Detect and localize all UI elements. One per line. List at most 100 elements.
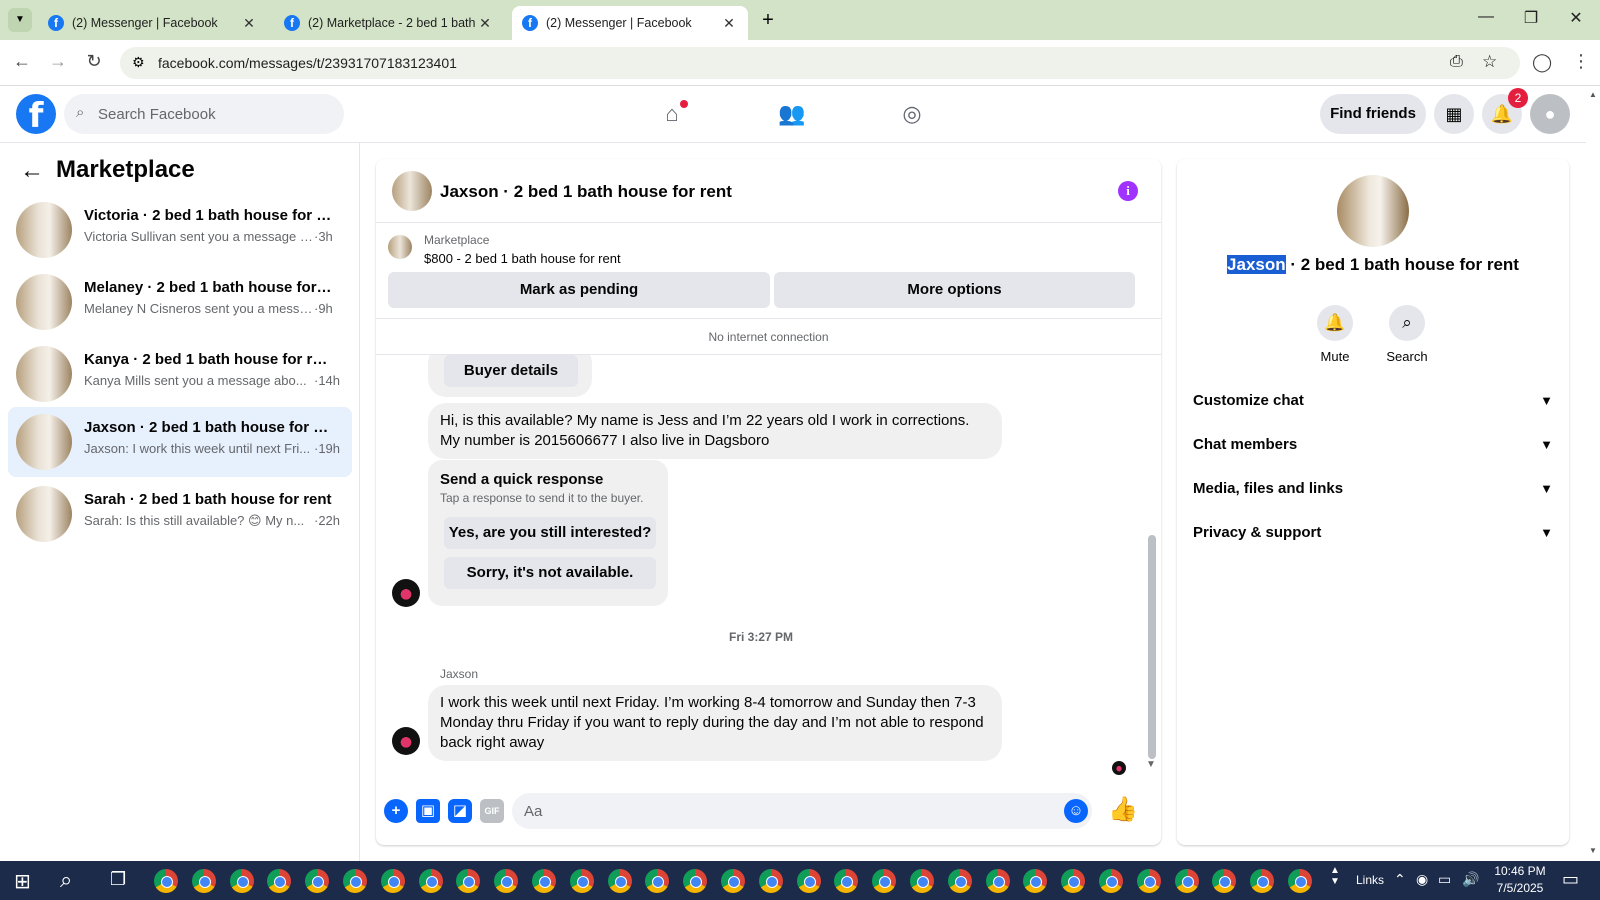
thumbs-up-like-icon[interactable]: 👍 — [1108, 795, 1138, 824]
tab-search-dropdown[interactable]: ▼ — [8, 8, 32, 32]
facebook-logo-icon[interactable]: f — [16, 94, 56, 136]
taskbar-chrome-icon[interactable] — [418, 869, 443, 893]
plus-actions-icon[interactable]: + — [384, 799, 408, 823]
listing-thumbnail[interactable] — [388, 235, 412, 259]
taskbar-chrome-icon[interactable] — [532, 869, 556, 893]
taskbar-scroll-icon[interactable]: ▲ ▼ — [1330, 865, 1340, 887]
taskbar-chrome-icon[interactable] — [229, 869, 254, 893]
tab-messenger-1[interactable]: f (2) Messenger | Facebook ✕ — [38, 6, 268, 40]
scroll-down-arrow-icon[interactable]: ▼ — [1589, 846, 1597, 855]
page-scrollbar[interactable]: ▲ ▼ — [1586, 88, 1600, 861]
taskbar-chrome-icon[interactable] — [1250, 869, 1275, 893]
taskbar-search-icon[interactable]: ⌕ — [60, 867, 72, 893]
taskbar-chrome-icon[interactable] — [456, 869, 481, 893]
notification-center-icon[interactable]: ▭ — [1562, 869, 1579, 890]
forward-icon[interactable]: → — [46, 51, 70, 75]
notifications-bell-icon[interactable]: 🔔 2 — [1482, 88, 1528, 134]
menu-grid-icon[interactable]: ▦ — [1434, 94, 1474, 134]
close-tab-icon[interactable]: ✕ — [240, 15, 258, 32]
taskbar-chrome-icon[interactable] — [607, 869, 632, 893]
info-icon[interactable]: i — [1118, 181, 1138, 201]
taskbar-chrome-icon[interactable] — [1212, 869, 1237, 893]
taskbar-chrome-icon[interactable] — [267, 869, 292, 893]
taskbar-chrome-icon[interactable] — [343, 869, 367, 893]
volume-icon[interactable]: 🔊 — [1462, 871, 1479, 888]
new-tab-icon[interactable]: + — [756, 8, 780, 32]
sender-avatar[interactable] — [392, 727, 420, 755]
tab-marketplace[interactable]: f (2) Marketplace - 2 bed 1 bath ho ✕ — [274, 6, 504, 40]
taskbar-chrome-icon[interactable] — [1174, 869, 1199, 893]
restore-icon[interactable]: ❐ — [1511, 8, 1551, 32]
conversation-item-selected[interactable]: Jaxson · 2 bed 1 bath house for rent Jax… — [8, 407, 352, 477]
taskbar-chrome-icon[interactable] — [380, 869, 405, 893]
task-view-icon[interactable]: ❐ — [110, 869, 126, 890]
search-input[interactable] — [98, 94, 328, 134]
profile-icon[interactable]: ◯ — [1532, 52, 1552, 73]
omnibox[interactable]: ⚙ facebook.com/messages/t/23931707183123… — [120, 47, 1520, 79]
account-avatar[interactable]: ● — [1530, 94, 1570, 134]
taskbar-chrome-icon[interactable] — [985, 869, 1010, 893]
clock-date[interactable]: 7/5/2025 — [1488, 881, 1552, 895]
taskbar-chrome-icon[interactable] — [872, 869, 897, 893]
close-tab-icon[interactable]: ✕ — [720, 15, 738, 32]
close-tab-icon[interactable]: ✕ — [476, 15, 494, 32]
taskbar-chrome-icon[interactable] — [1099, 869, 1123, 893]
taskbar-chrome-icon[interactable] — [305, 869, 330, 893]
bookmark-star-icon[interactable]: ☆ — [1482, 52, 1497, 72]
taskbar-chrome-icon[interactable] — [645, 869, 670, 893]
home-icon[interactable]: ⌂ — [652, 94, 692, 134]
kebab-menu-icon[interactable]: ⋮ — [1572, 51, 1590, 72]
scroll-up-arrow-icon[interactable]: ▲ — [1589, 90, 1597, 99]
network-icon[interactable]: ▭ — [1438, 871, 1451, 888]
quick-reply-no-button[interactable]: Sorry, it's not available. — [444, 557, 656, 589]
reload-icon[interactable]: ↻ — [82, 51, 106, 75]
links-toolbar[interactable]: Links — [1356, 873, 1384, 887]
sticker-icon[interactable]: ◪ — [448, 799, 472, 823]
search-conversation-button[interactable]: ⌕ Search — [1377, 305, 1437, 364]
back-arrow-icon[interactable]: ← — [20, 157, 44, 185]
privacy-support-section[interactable]: Privacy & support ▼ — [1193, 513, 1553, 553]
taskbar-chrome-icon[interactable] — [1136, 869, 1161, 893]
taskbar-chrome-icon[interactable] — [947, 869, 972, 893]
customize-chat-section[interactable]: Customize chat ▼ — [1193, 381, 1553, 421]
install-app-icon[interactable]: ⎙ — [1450, 53, 1463, 71]
friends-icon[interactable]: 👥 — [772, 94, 812, 134]
conversation-item[interactable]: Sarah · 2 bed 1 bath house for rent Sara… — [8, 479, 352, 549]
taskbar-chrome-icon[interactable] — [494, 869, 519, 893]
taskbar-chrome-icon[interactable] — [796, 869, 821, 893]
taskbar-chrome-icon[interactable] — [154, 869, 178, 893]
buyer-details-button[interactable]: Buyer details — [444, 355, 578, 387]
chat-title[interactable]: Jaxson · 2 bed 1 bath house for rent — [440, 182, 732, 202]
chat-scrollbar[interactable] — [1148, 535, 1156, 759]
back-icon[interactable]: ← — [10, 51, 34, 75]
taskbar-chrome-icon[interactable] — [569, 869, 594, 893]
conversation-item[interactable]: Melaney · 2 bed 1 bath house for r... Me… — [8, 267, 352, 337]
taskbar-chrome-icon[interactable] — [683, 869, 708, 893]
find-friends-button[interactable]: Find friends — [1320, 94, 1426, 134]
quick-reply-yes-button[interactable]: Yes, are you still interested? — [444, 517, 656, 549]
conversation-item[interactable]: Victoria · 2 bed 1 bath house for re... … — [8, 195, 352, 265]
groups-icon[interactable]: ◎ — [892, 94, 932, 134]
url-text[interactable]: facebook.com/messages/t/2393170718312340… — [158, 55, 457, 71]
facebook-search[interactable]: ⌕ — [64, 94, 344, 134]
gif-icon[interactable]: GIF — [480, 799, 504, 823]
listing-price[interactable]: $800 - 2 bed 1 bath house for rent — [424, 251, 621, 266]
tray-app-icon[interactable]: ◉ — [1416, 871, 1428, 888]
conversation-item[interactable]: Kanya · 2 bed 1 bath house for rent Kany… — [8, 339, 352, 409]
clock-time[interactable]: 10:46 PM — [1492, 864, 1548, 878]
scroll-down-arrow-icon[interactable]: ▼ — [1146, 759, 1156, 770]
listing-large-avatar[interactable] — [1337, 175, 1409, 247]
message-input[interactable] — [512, 793, 1092, 829]
attach-photo-icon[interactable]: ▣ — [416, 799, 440, 823]
close-window-icon[interactable]: ✕ — [1556, 8, 1596, 32]
taskbar-chrome-icon[interactable] — [1023, 869, 1048, 893]
taskbar-chrome-icon[interactable] — [910, 869, 934, 893]
site-info-icon[interactable]: ⚙ — [132, 54, 145, 71]
taskbar-chrome-icon[interactable] — [191, 869, 216, 893]
mark-as-pending-button[interactable]: Mark as pending — [388, 272, 770, 308]
taskbar-chrome-icon[interactable] — [1288, 869, 1312, 893]
more-options-button[interactable]: More options — [774, 272, 1135, 308]
windows-start-icon[interactable]: ⊞ — [14, 869, 31, 894]
sender-avatar[interactable] — [392, 579, 420, 607]
taskbar-chrome-icon[interactable] — [834, 869, 859, 893]
